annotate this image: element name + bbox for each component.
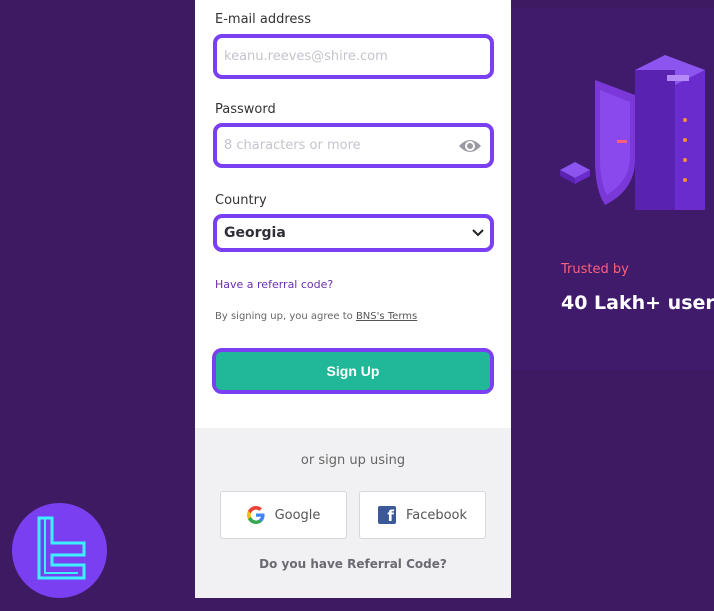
terms-text: By signing up, you agree to BNS's Terms <box>215 311 417 322</box>
logo-badge <box>12 503 107 598</box>
referral-question[interactable]: Do you have Referral Code? <box>195 557 511 571</box>
country-label: Country <box>215 193 267 208</box>
signup-card: E-mail address keanu.reeves@shire.com Pa… <box>195 0 511 598</box>
email-label: E-mail address <box>215 12 311 27</box>
country-value: Georgia <box>224 225 286 241</box>
shield-illustration <box>560 55 705 210</box>
password-field[interactable]: 8 characters or more <box>213 123 494 168</box>
google-button[interactable]: Google <box>220 491 347 539</box>
facebook-icon: f <box>377 506 396 524</box>
eye-icon[interactable] <box>458 137 482 155</box>
signup-button[interactable]: Sign Up <box>216 352 490 390</box>
trusted-by-label: Trusted by <box>561 262 629 277</box>
google-label: Google <box>274 507 321 523</box>
facebook-label: Facebook <box>405 507 468 523</box>
email-placeholder: keanu.reeves@shire.com <box>224 49 388 64</box>
password-placeholder: 8 characters or more <box>224 138 361 153</box>
chevron-down-icon <box>472 229 484 237</box>
country-select[interactable]: Georgia <box>213 214 494 252</box>
logo-icon <box>37 516 86 580</box>
or-sign-up-text: or sign up using <box>300 453 406 468</box>
referral-code-link[interactable]: Have a referral code? <box>215 278 333 291</box>
signup-button-frame: Sign Up <box>212 348 494 394</box>
facebook-button[interactable]: f Facebook <box>359 491 486 539</box>
email-field[interactable]: keanu.reeves@shire.com <box>213 34 494 79</box>
google-icon <box>246 506 265 524</box>
users-count: 40 Lakh+ users <box>561 292 714 314</box>
terms-prefix: By signing up, you agree to <box>215 311 356 322</box>
password-label: Password <box>215 102 276 117</box>
terms-link[interactable]: BNS's Terms <box>356 311 417 322</box>
